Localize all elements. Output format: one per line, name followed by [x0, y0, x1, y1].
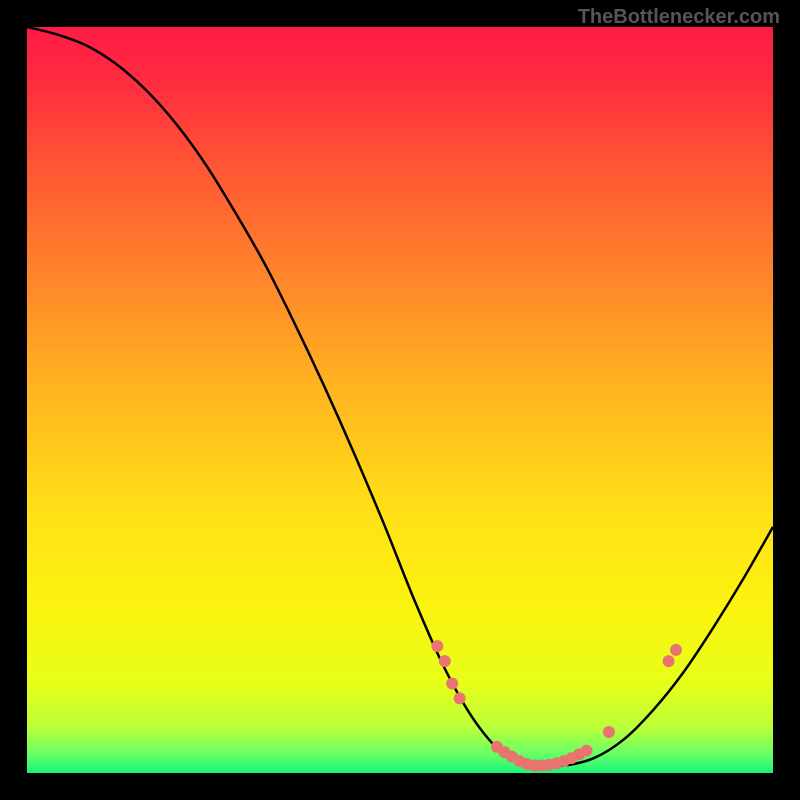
highlight-point — [454, 692, 466, 704]
highlight-point — [603, 726, 615, 738]
highlight-point — [670, 644, 682, 656]
highlight-point — [581, 745, 593, 757]
highlight-point — [663, 655, 675, 667]
highlight-point — [439, 655, 451, 667]
highlight-point — [446, 677, 458, 689]
bottleneck-curve — [27, 27, 773, 767]
curve-layer — [27, 27, 773, 773]
highlight-points — [431, 640, 682, 771]
plot-area — [27, 27, 773, 773]
watermark-text: TheBottlenecker.com — [578, 6, 780, 29]
highlight-point — [431, 640, 443, 652]
chart-container: TheBottlenecker.com — [0, 0, 800, 800]
